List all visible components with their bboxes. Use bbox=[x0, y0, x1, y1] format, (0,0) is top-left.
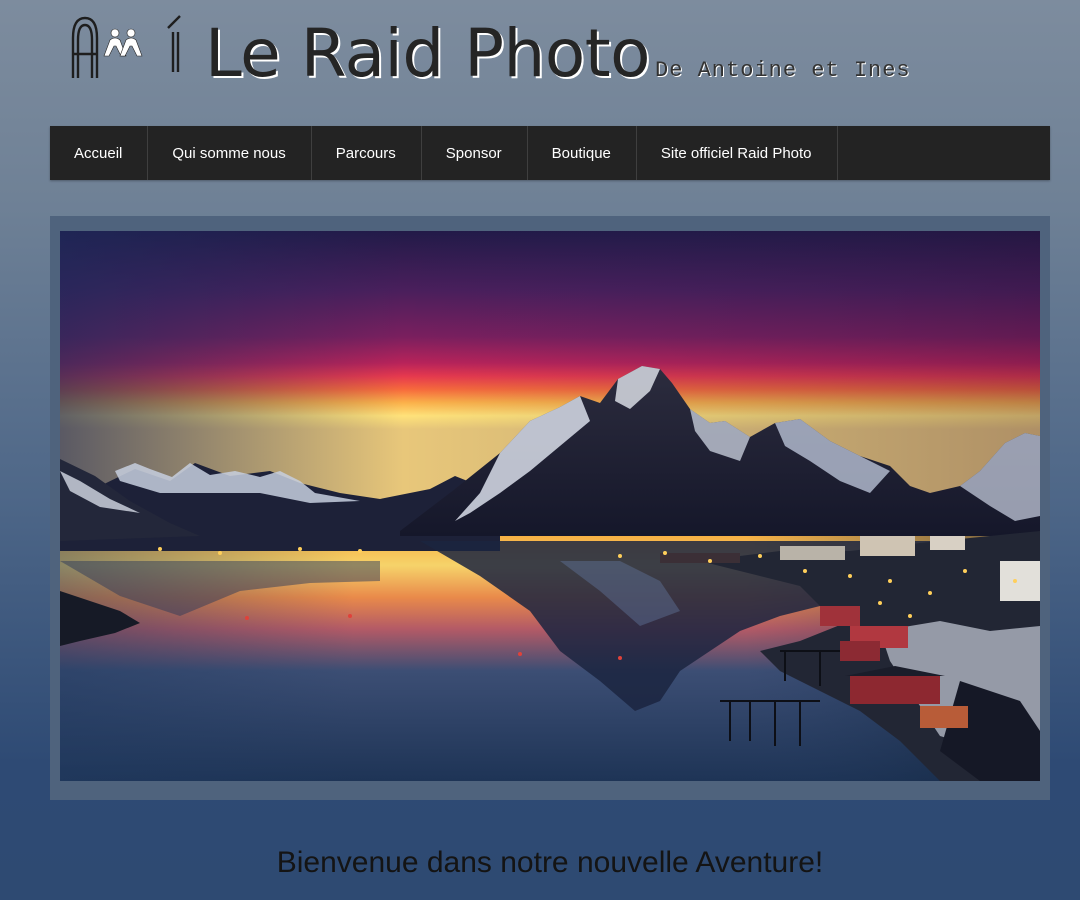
nav-item-boutique[interactable]: Boutique bbox=[528, 126, 637, 180]
letter-i-icon bbox=[167, 15, 181, 72]
nav-item-sponsor[interactable]: Sponsor bbox=[422, 126, 528, 180]
site-logo[interactable] bbox=[70, 12, 182, 88]
kappa-logo-icon bbox=[103, 28, 143, 57]
nav-item-accueil[interactable]: Accueil bbox=[50, 126, 149, 180]
welcome-heading: Bienvenue dans notre nouvelle Aventure! bbox=[276, 846, 824, 879]
site-tagline: De Antoine et Ines bbox=[655, 58, 911, 83]
letter-a-icon bbox=[71, 16, 99, 78]
nav-item-site-officiel[interactable]: Site officiel Raid Photo bbox=[637, 126, 838, 180]
nav-item-parcours[interactable]: Parcours bbox=[312, 126, 422, 180]
hero-landscape-image bbox=[60, 231, 1040, 781]
hero-frame bbox=[50, 216, 1050, 800]
main-nav: Accueil Qui somme nous Parcours Sponsor … bbox=[50, 126, 1050, 180]
nav-item-qui-somme-nous[interactable]: Qui somme nous bbox=[148, 126, 312, 180]
site-title[interactable]: Le Raid Photo bbox=[205, 14, 651, 94]
